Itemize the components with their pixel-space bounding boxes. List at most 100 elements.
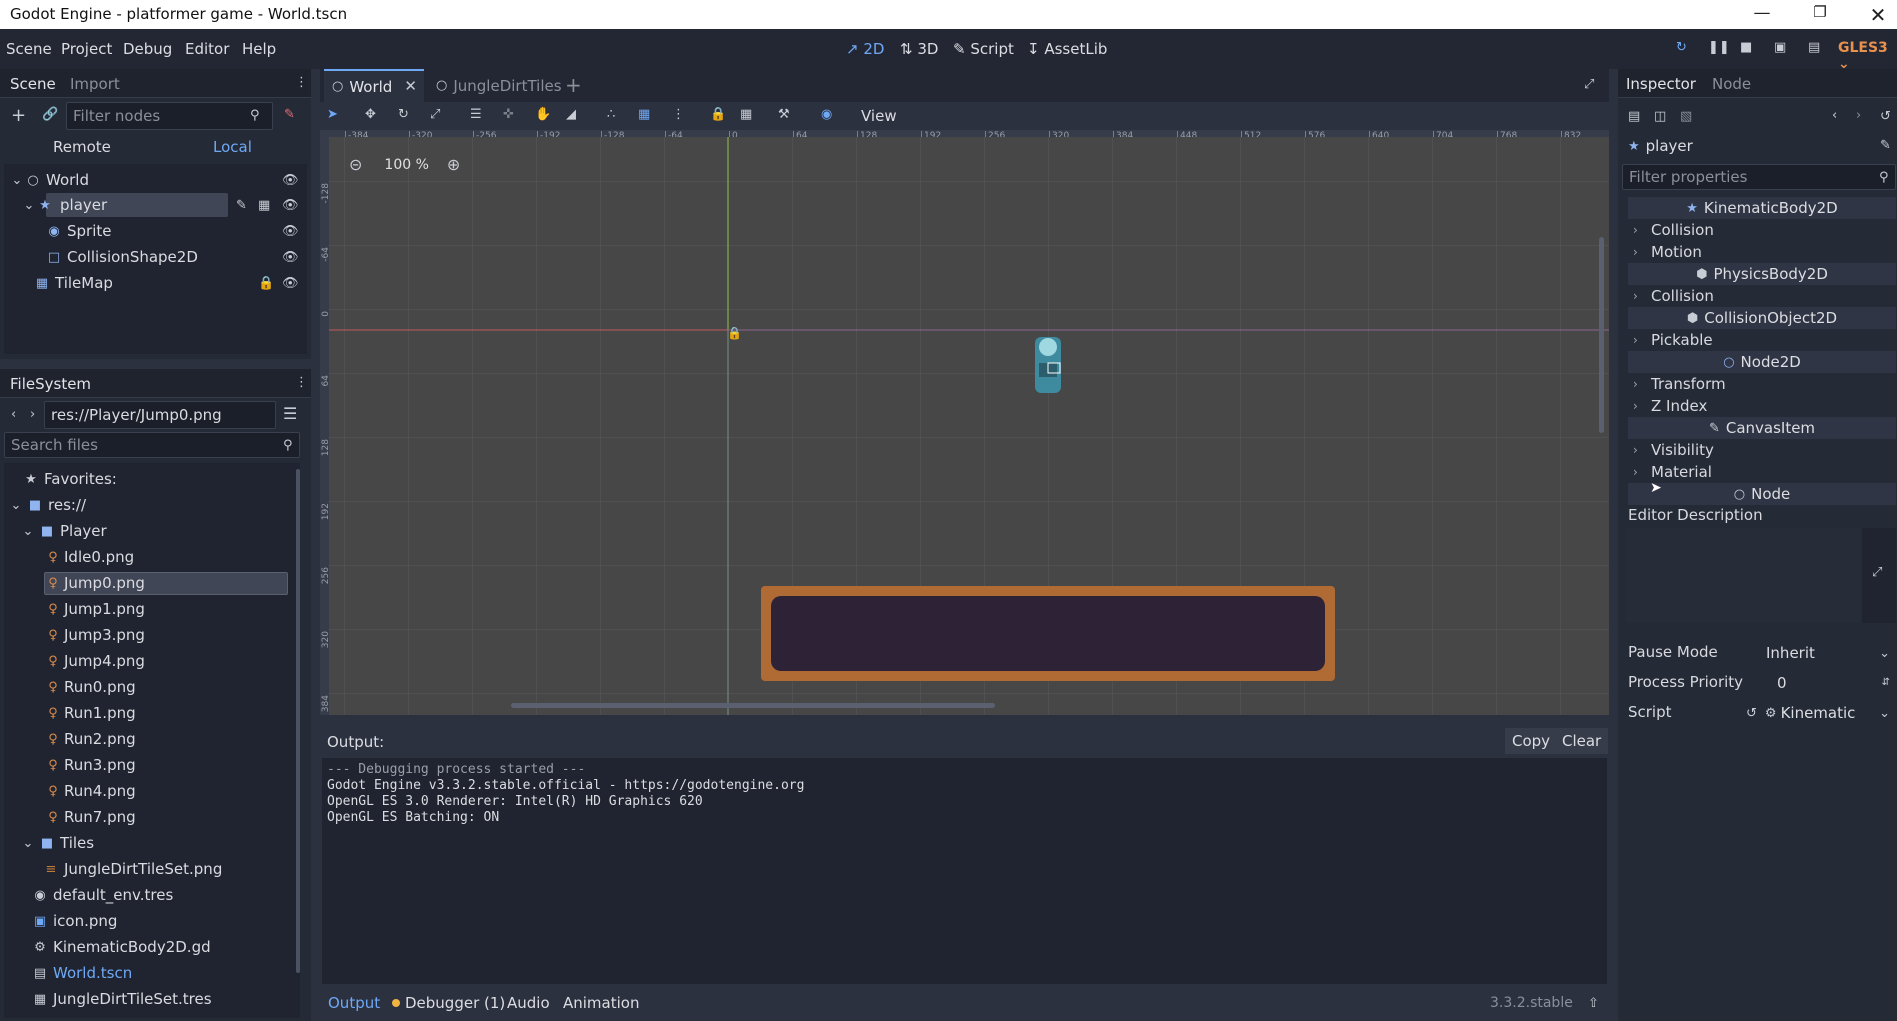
file-item[interactable]: ♀ Run0.png [46, 675, 135, 699]
chevron-down-icon[interactable]: ⌄ [10, 174, 24, 187]
smart-snap-icon[interactable]: ∴ [607, 108, 615, 121]
list-view-icon[interactable]: ☰ [283, 406, 297, 422]
group-zindex[interactable]: › Z Index [1633, 395, 1707, 417]
script-resource-field[interactable]: ↺ ⚙ Kinematic ⌄ [1742, 700, 1894, 726]
tab-jungledirttiles[interactable]: ○ JungleDirtTiles [428, 69, 562, 102]
group-icon[interactable]: ▦ [740, 108, 752, 121]
tab-output[interactable]: Output [328, 994, 380, 1012]
output-log[interactable]: --- Debugging process started --- Godot … [322, 758, 1607, 984]
tab-scene[interactable]: Scene [10, 75, 56, 93]
file-tree-scrollbar[interactable] [296, 469, 300, 973]
visibility-eye-icon[interactable]: 👁 [282, 251, 299, 264]
grid-snap-icon[interactable]: ▦ [638, 108, 650, 121]
filter-properties-input[interactable]: Filter properties [1622, 164, 1896, 190]
distraction-free-icon[interactable]: ⤢ [1584, 78, 1594, 91]
local-tab[interactable]: Local [213, 138, 252, 156]
instance-scene-icon[interactable]: 🔗 [42, 108, 58, 121]
history-icon[interactable]: ↺ [1880, 110, 1891, 123]
process-priority-spinbox[interactable]: 0 ⇵ [1759, 670, 1894, 696]
group-collision[interactable]: › Collision [1633, 285, 1714, 307]
file-item[interactable]: ♀ Run4.png [46, 779, 135, 803]
favorites-item[interactable]: ★ Favorites: [22, 467, 117, 491]
group-collision[interactable]: › Collision [1633, 219, 1714, 241]
view-menu[interactable]: View [861, 107, 897, 125]
snap-options-icon[interactable]: ⋮ [672, 108, 685, 121]
script-icon[interactable]: ✎ [236, 199, 247, 212]
tab-audio[interactable]: Audio [507, 994, 550, 1012]
file-item[interactable]: ▣ icon.png [33, 909, 118, 933]
stop-icon[interactable]: ■ [1740, 41, 1752, 54]
script-attach-icon[interactable]: ✎ [284, 108, 295, 121]
scale-mode-icon[interactable]: ⤢ [430, 108, 440, 121]
remote-tab[interactable]: Remote [53, 138, 111, 156]
path-field[interactable]: res://Player/Jump0.png [44, 401, 276, 429]
menu-debug[interactable]: Debug [123, 40, 172, 58]
mode-3d-button[interactable]: ⇅ 3D [900, 40, 938, 58]
pan-mode-icon[interactable]: ✋ [535, 108, 551, 121]
dock-menu-icon[interactable]: ⋮ [295, 76, 308, 89]
tree-node-sprite[interactable]: ◉ Sprite [45, 219, 111, 243]
menu-editor[interactable]: Editor [185, 40, 229, 58]
tree-node-collisionshape[interactable]: □ CollisionShape2D [45, 245, 198, 269]
tree-node-world[interactable]: ⌄ ○ World [10, 168, 89, 192]
expand-panel-icon[interactable]: ⇧ [1588, 997, 1599, 1010]
visibility-eye-icon[interactable]: 👁 [282, 199, 299, 212]
forward-icon[interactable]: › [30, 408, 35, 421]
file-item[interactable]: ♀ Jump3.png [46, 623, 145, 647]
file-item[interactable]: ≡ JungleDirtTileSet.png [44, 857, 223, 881]
tab-world[interactable]: ○ World ✕ [324, 69, 424, 102]
zoom-out-icon[interactable]: ⊝ [349, 157, 362, 173]
clear-button[interactable]: Clear [1555, 728, 1609, 754]
visibility-eye-icon[interactable]: 👁 [282, 225, 299, 238]
play-scene-icon[interactable]: ▣ [1774, 41, 1786, 54]
file-item[interactable]: ♀ Idle0.png [46, 545, 134, 569]
open-resource-icon[interactable]: ◫ [1654, 110, 1666, 123]
object-properties-icon[interactable]: ✎ [1880, 139, 1891, 152]
history-back-icon[interactable]: ‹ [1832, 109, 1837, 122]
list-select-icon[interactable]: ☰ [470, 108, 482, 121]
file-item[interactable]: ♀ Jump1.png [46, 597, 145, 621]
folder-tiles[interactable]: ⌄ ■ Tiles [22, 831, 95, 855]
visibility-eye-icon[interactable]: 👁 [282, 277, 299, 290]
file-item[interactable]: ♀ Run3.png [46, 753, 135, 777]
file-item[interactable]: ▦ JungleDirtTileSet.tres [33, 987, 212, 1011]
move-mode-icon[interactable]: ✥ [365, 108, 376, 121]
editor-description-field[interactable] [1626, 528, 1862, 623]
viewport-v-scrollbar[interactable] [1599, 237, 1604, 433]
file-item[interactable]: ◉ default_env.tres [33, 883, 173, 907]
file-item[interactable]: ♀ Jump0.png [46, 571, 145, 595]
ruler-mode-icon[interactable]: ◢ [566, 108, 576, 121]
lock-icon[interactable]: 🔒 [710, 108, 726, 121]
file-item-world-tscn[interactable]: ▤ World.tscn [33, 961, 132, 985]
dock-menu-icon[interactable]: ⋮ [295, 376, 308, 389]
visibility-eye-icon[interactable]: 👁 [282, 174, 299, 187]
chevron-down-icon[interactable]: ⌄ [1879, 707, 1890, 720]
group-motion[interactable]: › Motion [1633, 241, 1702, 263]
tab-node[interactable]: Node [1712, 75, 1751, 93]
group-pickable[interactable]: › Pickable [1633, 329, 1713, 351]
lock-icon[interactable]: 🔒 [258, 277, 274, 290]
file-item[interactable]: ♀ Jump4.png [46, 649, 145, 673]
filter-nodes-input[interactable]: Filter nodes [66, 102, 273, 130]
editor-description-expand[interactable]: ⤢ [1862, 528, 1896, 623]
group-transform[interactable]: › Transform [1633, 373, 1726, 395]
copy-button[interactable]: Copy [1505, 728, 1558, 754]
tab-animation[interactable]: Animation [563, 994, 639, 1012]
file-item[interactable]: ♀ Run2.png [46, 727, 135, 751]
tab-inspector[interactable]: Inspector [1626, 75, 1696, 93]
folder-player[interactable]: ⌄ ■ Player [22, 519, 107, 543]
zoom-in-icon[interactable]: ⊕ [447, 157, 460, 173]
file-item[interactable]: ♀ Run1.png [46, 701, 135, 725]
file-item[interactable]: ♀ Run7.png [46, 805, 135, 829]
group-visibility[interactable]: › Visibility [1633, 439, 1714, 461]
minimize-button[interactable]: — [1742, 3, 1782, 23]
menu-project[interactable]: Project [61, 40, 112, 58]
maximize-button[interactable]: ❐ [1800, 3, 1840, 21]
save-resource-icon[interactable]: ▧ [1680, 110, 1692, 123]
close-window-button[interactable]: ✕ [1858, 3, 1897, 27]
menu-scene[interactable]: Scene [6, 40, 52, 58]
pivot-icon[interactable]: ✜ [503, 108, 514, 121]
tab-debugger[interactable]: Debugger (1) [392, 994, 505, 1012]
tree-node-player[interactable]: ⌄ ★ player [22, 193, 108, 217]
play-custom-icon[interactable]: ▤ [1808, 41, 1820, 54]
